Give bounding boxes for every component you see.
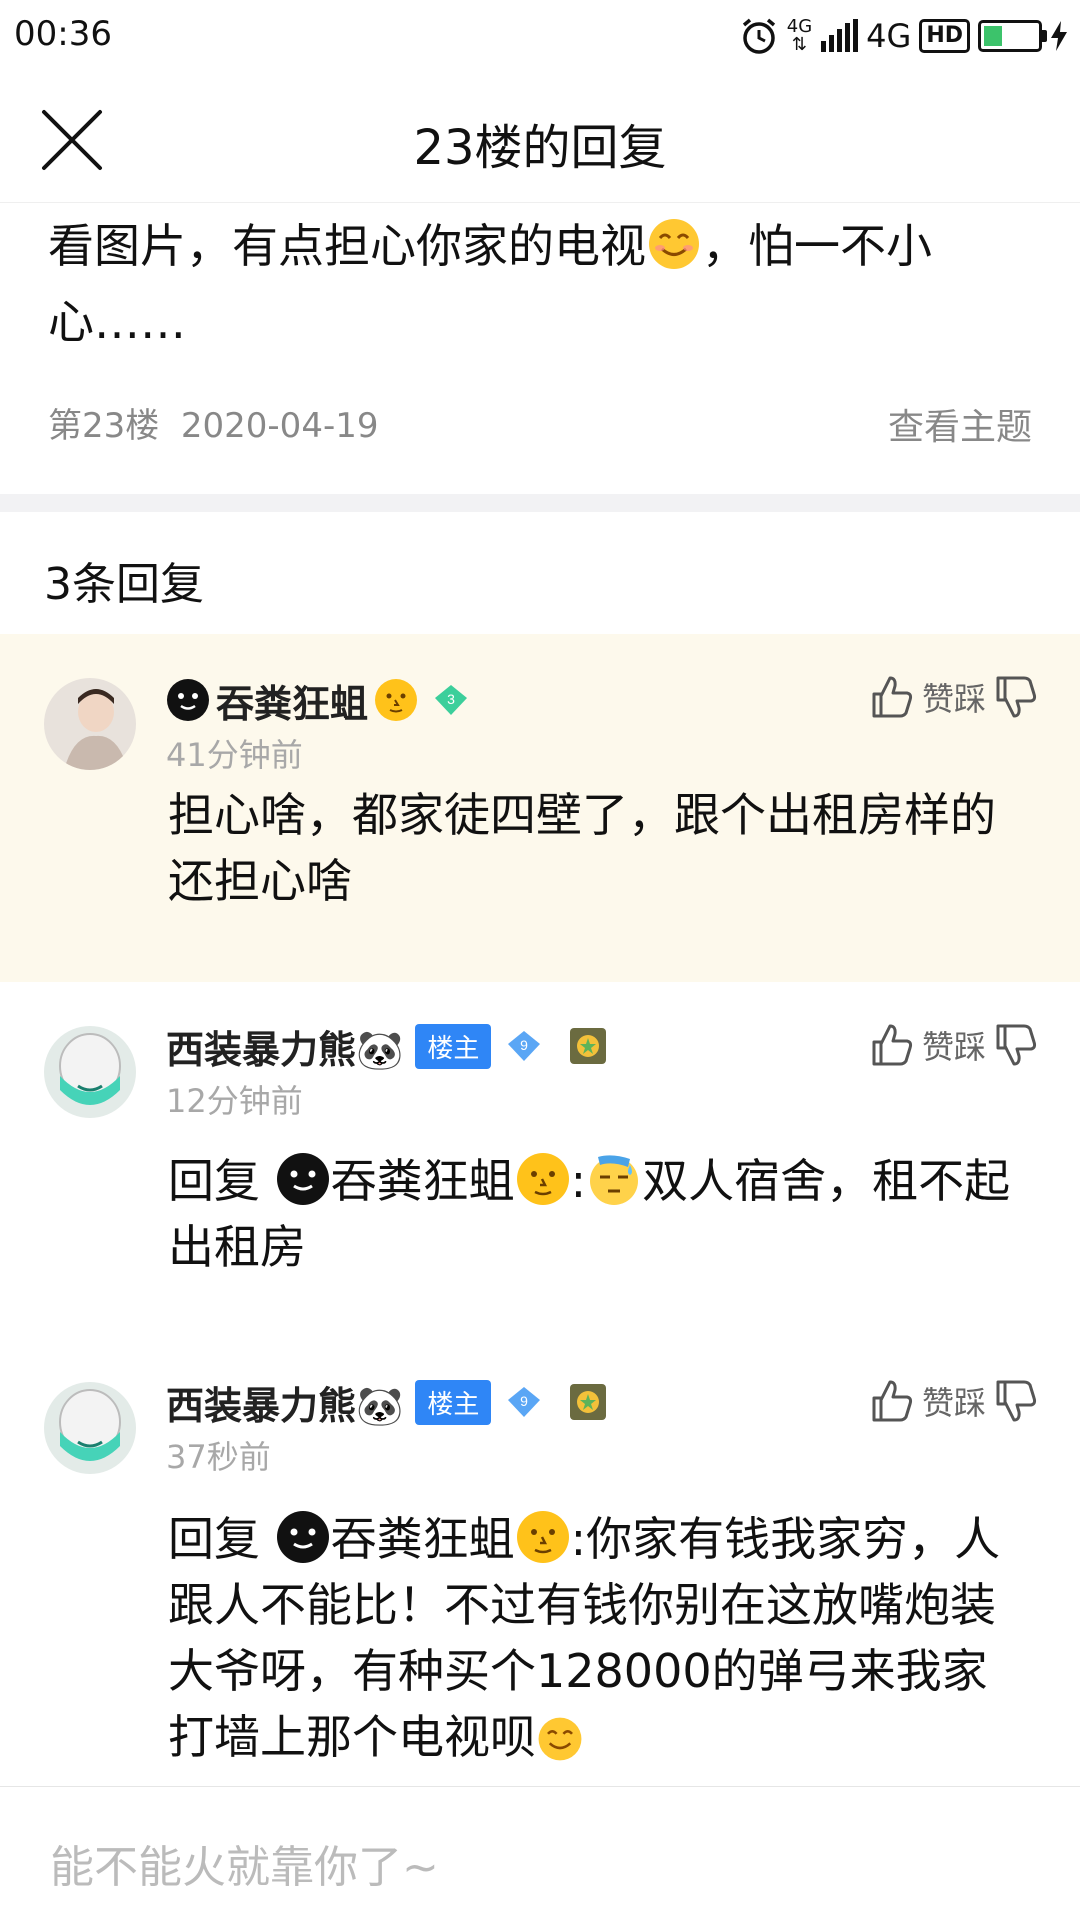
reply-input-bar[interactable]: 能不能火就靠你了~ — [0, 1786, 1080, 1921]
black-face-emoji-icon — [276, 1511, 329, 1563]
moon-face-emoji-icon — [375, 679, 418, 721]
level-diamond-icon: 3 — [435, 685, 468, 715]
thumb-down-icon[interactable] — [994, 1378, 1038, 1424]
level-number: 3 — [447, 691, 455, 707]
reply-count: 3条回复 — [44, 559, 204, 610]
vote-group: 赞踩 — [870, 1022, 1038, 1068]
top-bar: 23楼的回复 — [0, 78, 1080, 203]
thumb-up-icon[interactable] — [870, 674, 914, 720]
section-divider — [0, 494, 1080, 512]
charging-icon — [1051, 21, 1067, 51]
signal-icon — [821, 19, 859, 52]
floor-number: 第23楼 — [48, 406, 160, 446]
smile-emoji-icon — [538, 1717, 582, 1761]
owner-badge: 楼主 — [415, 1023, 492, 1069]
reply-time: 37秒前 — [166, 1438, 271, 1476]
original-text-before: 看图片，有点担心你家的电视 — [48, 219, 646, 273]
original-meta: 第23楼 2020-04-19 — [48, 398, 378, 447]
view-topic-link[interactable]: 查看主题 — [888, 398, 1032, 450]
black-face-emoji-icon — [276, 1153, 329, 1205]
vote-group: 赞踩 — [870, 674, 1038, 720]
reply-prefix: 回复 — [168, 1512, 275, 1566]
username[interactable]: 西装暴力熊🐼 — [166, 1375, 403, 1430]
medal-icon — [570, 1384, 607, 1420]
reply-colon: : — [570, 1154, 587, 1208]
level-diamond-icon: 9 — [508, 1031, 541, 1061]
network-small: 4G ⇅ — [787, 18, 812, 54]
username[interactable]: 吞粪狂蛆 — [216, 673, 368, 728]
battery-fill — [984, 26, 1002, 46]
vote-label: 赞踩 — [921, 1028, 986, 1066]
reply-header: 西装暴力熊🐼 楼主 9 — [166, 1020, 607, 1072]
data-arrows-icon: ⇅ — [791, 34, 807, 55]
reply-item[interactable]: 吞粪狂蛆 3 41分钟前 赞踩 担心啥，都家徒四壁了，跟个出租房样的还担心啥 — [0, 634, 1080, 982]
thumb-down-icon[interactable] — [994, 1022, 1038, 1068]
page-title: 23楼的回复 — [413, 120, 667, 176]
medal-icon — [570, 1028, 607, 1064]
level-number: 9 — [520, 1393, 528, 1409]
vote-label: 赞踩 — [921, 1384, 986, 1422]
reply-text: 回复 吞粪狂蛆:你家有钱我家穷，人跟人不能比！不过有钱你别在这放嘴炮装大爷呀，有… — [168, 1506, 1028, 1770]
reply-header: 吞粪狂蛆 3 — [166, 674, 470, 726]
mention-user[interactable]: 吞粪狂蛆 — [331, 1154, 515, 1208]
vote-label: 赞踩 — [921, 680, 986, 718]
status-time: 00:36 — [14, 14, 112, 54]
reply-text: 回复 吞粪狂蛆: 双人宿舍，租不起出租房 — [168, 1148, 1028, 1280]
thumb-up-icon[interactable] — [870, 1022, 914, 1068]
black-face-emoji-icon — [167, 679, 209, 721]
reply-time: 41分钟前 — [166, 736, 303, 774]
thumb-down-icon[interactable] — [994, 674, 1038, 720]
sweat-emoji-icon — [590, 1155, 639, 1205]
reply-text: 担心啥，都家徒四壁了，跟个出租房样的还担心啥 — [168, 788, 996, 908]
mention-user[interactable]: 吞粪狂蛆 — [331, 1512, 515, 1566]
status-bar: 00:36 4G ⇅ 4G HD — [0, 0, 1080, 76]
username[interactable]: 西装暴力熊🐼 — [166, 1019, 403, 1074]
reply-input[interactable]: 能不能火就靠你了~ — [50, 1831, 439, 1895]
battery-icon — [978, 20, 1047, 52]
reply-header: 西装暴力熊🐼 楼主 9 — [166, 1376, 607, 1428]
moon-face-emoji-icon — [516, 1511, 569, 1563]
reply-item[interactable]: 西装暴力熊🐼 楼主 9 12分钟前 赞踩 回复 吞粪狂蛆: 双人宿舍，租不起出租房 — [0, 1000, 1080, 1320]
network-type: 4G — [866, 17, 912, 55]
level-number: 9 — [520, 1037, 528, 1053]
reply-time: 12分钟前 — [166, 1082, 303, 1120]
reply-prefix: 回复 — [168, 1154, 275, 1208]
moon-face-emoji-icon — [516, 1153, 569, 1205]
owner-badge: 楼主 — [415, 1379, 492, 1425]
avatar[interactable] — [44, 678, 136, 770]
hd-indicator: HD — [919, 19, 970, 53]
original-post-text: 看图片，有点担心你家的电视 ，怕一不小心…… — [48, 208, 1038, 360]
alarm-icon — [742, 18, 775, 54]
post-date: 2020-04-19 — [180, 406, 379, 446]
status-icons: 4G ⇅ 4G HD — [739, 14, 1068, 58]
thumb-up-icon[interactable] — [870, 1378, 914, 1424]
level-diamond-icon: 9 — [508, 1387, 541, 1417]
smile-emoji-icon — [649, 219, 699, 269]
reply-item[interactable]: 西装暴力熊🐼 楼主 9 37秒前 赞踩 回复 吞粪狂蛆:你家有钱我家穷，人跟人不… — [0, 1356, 1080, 1776]
avatar[interactable] — [44, 1382, 136, 1474]
avatar[interactable] — [44, 1026, 136, 1118]
vote-group: 赞踩 — [870, 1378, 1038, 1424]
